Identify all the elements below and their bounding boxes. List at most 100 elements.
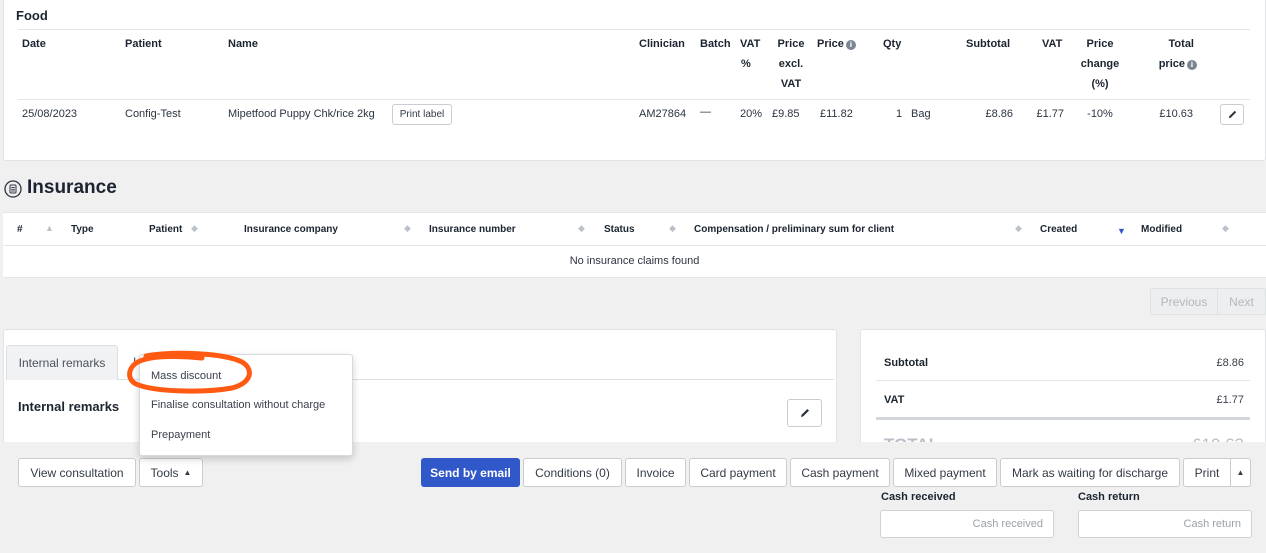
ins-header-status[interactable]: Status [604,224,635,235]
edit-remarks-button[interactable] [787,399,822,427]
row-date: 25/08/2023 [22,108,78,120]
sort-icon: ◆ [669,223,676,233]
sort-desc-icon: ▼ [1117,226,1126,236]
header-vat-pct-line2: % [741,58,751,70]
sort-icon: ◆ [578,223,585,233]
header-vat-pct: VAT [740,34,760,54]
card-payment-button[interactable]: Card payment [689,458,787,487]
clipboard-icon [4,180,22,201]
header-price-change-line1: Price [1086,38,1114,50]
tab-internal-remarks[interactable]: Internal remarks [6,345,118,380]
header-price: Price i [817,34,856,54]
info-icon: i [1187,60,1197,70]
mark-waiting-discharge-button[interactable]: Mark as waiting for discharge [1000,458,1180,487]
header-total-line2: price i [1145,54,1197,74]
tools-button-label: Tools [150,465,179,480]
cash-return-label: Cash return [1078,491,1140,503]
row-patient: Config-Test [125,108,181,120]
header-price-change-line3: (%) [1091,78,1109,90]
insurance-empty-message: No insurance claims found [569,255,700,267]
conditions-button[interactable]: Conditions (0) [523,458,622,487]
print-button[interactable]: Print [1183,458,1231,487]
header-qty: Qty [883,38,902,50]
pagination-next[interactable]: Next [1218,288,1266,315]
header-name: Name [228,38,258,50]
ins-header-created[interactable]: Created [1040,224,1077,235]
print-label-button[interactable]: Print label [392,104,452,125]
header-total-line1: Total [1168,38,1194,50]
mixed-payment-button[interactable]: Mixed payment [893,458,997,487]
highlight-circle-annotation [127,350,252,394]
row-price-excl: £9.85 [772,108,800,120]
cash-return-input[interactable]: Cash return [1078,510,1252,538]
header-batch: Batch [700,38,731,50]
row-vat: £1.77 [1036,108,1064,120]
cash-payment-button[interactable]: Cash payment [790,458,890,487]
row-unit-link[interactable]: Bag [911,108,931,120]
food-card [3,0,1266,161]
ins-header-num[interactable]: # [17,224,23,235]
header-vat-pct-line1: VAT [740,38,761,50]
pencil-icon [1228,110,1236,119]
header-patient: Patient [125,38,162,50]
subtotal-label: Subtotal [884,357,928,369]
insurance-header-divider [3,245,1266,246]
vat-label: VAT [884,394,905,406]
info-icon: i [845,40,856,50]
totals-thick-divider [876,417,1250,420]
row-name: Mipetfood Puppy Chk/rice 2kg [228,108,375,120]
header-price-excl-line3: VAT [780,78,802,90]
row-price-change: -10% [1087,108,1113,120]
ins-header-modified[interactable]: Modified [1141,224,1182,235]
row-total: £10.63 [1159,108,1193,120]
ins-header-number[interactable]: Insurance number [429,224,516,235]
row-clinician-link[interactable]: AM27864 [639,108,686,120]
cash-received-label: Cash received [881,491,956,503]
sort-icon: ◆ [404,223,411,233]
subtotal-value: £8.86 [1216,357,1244,369]
edit-row-button[interactable] [1220,104,1244,125]
header-total-label: price [1158,58,1185,70]
sort-icon: ◆ [1015,223,1022,233]
ins-header-compensation[interactable]: Compensation / preliminary sum for clien… [694,224,894,235]
sort-icon: ▲ [45,223,54,233]
caret-up-icon: ▲ [183,468,192,477]
ins-header-company[interactable]: Insurance company [244,224,338,235]
food-title-divider [18,29,1250,30]
header-divider [18,99,1250,100]
caret-up-icon: ▲ [1236,468,1245,477]
row-subtotal: £8.86 [985,108,1013,120]
menu-item-finalise-without-charge[interactable]: Finalise consultation without charge [151,399,325,411]
tools-button[interactable]: Tools ▲ [139,458,203,487]
totals-divider [876,380,1250,381]
insurance-section-title: Insurance [27,177,117,198]
vat-value: £1.77 [1216,394,1244,406]
row-vat-pct: 20% [740,108,763,120]
sort-icon: ◆ [191,223,198,233]
view-consultation-button[interactable]: View consultation [18,458,136,487]
header-date: Date [22,38,46,50]
header-price-excl-line1: Price [777,38,805,50]
menu-item-prepayment[interactable]: Prepayment [151,429,210,441]
sort-icon: ◆ [1222,223,1229,233]
ins-header-type[interactable]: Type [71,224,94,235]
remarks-card [3,329,837,459]
row-batch: — [700,106,711,118]
pencil-icon [800,409,809,417]
cash-received-input[interactable]: Cash received [880,510,1054,538]
header-vat: VAT [1042,38,1063,50]
invoice-button[interactable]: Invoice [625,458,686,487]
header-price-label: Price [817,38,844,50]
header-price-excl-line2: excl. [778,58,804,70]
print-options-button[interactable]: ▲ [1230,458,1251,487]
food-section-title: Food [16,8,48,23]
pagination-previous[interactable]: Previous [1150,288,1218,315]
row-qty: 1 [896,108,903,120]
header-subtotal: Subtotal [966,38,1010,50]
header-clinician: Clinician [639,38,685,50]
send-by-email-button[interactable]: Send by email [421,458,520,487]
row-price: £11.82 [820,108,853,120]
ins-header-patient[interactable]: Patient [149,224,182,235]
remarks-title: Internal remarks [18,399,120,414]
header-price-change-line2: change [1080,58,1120,70]
